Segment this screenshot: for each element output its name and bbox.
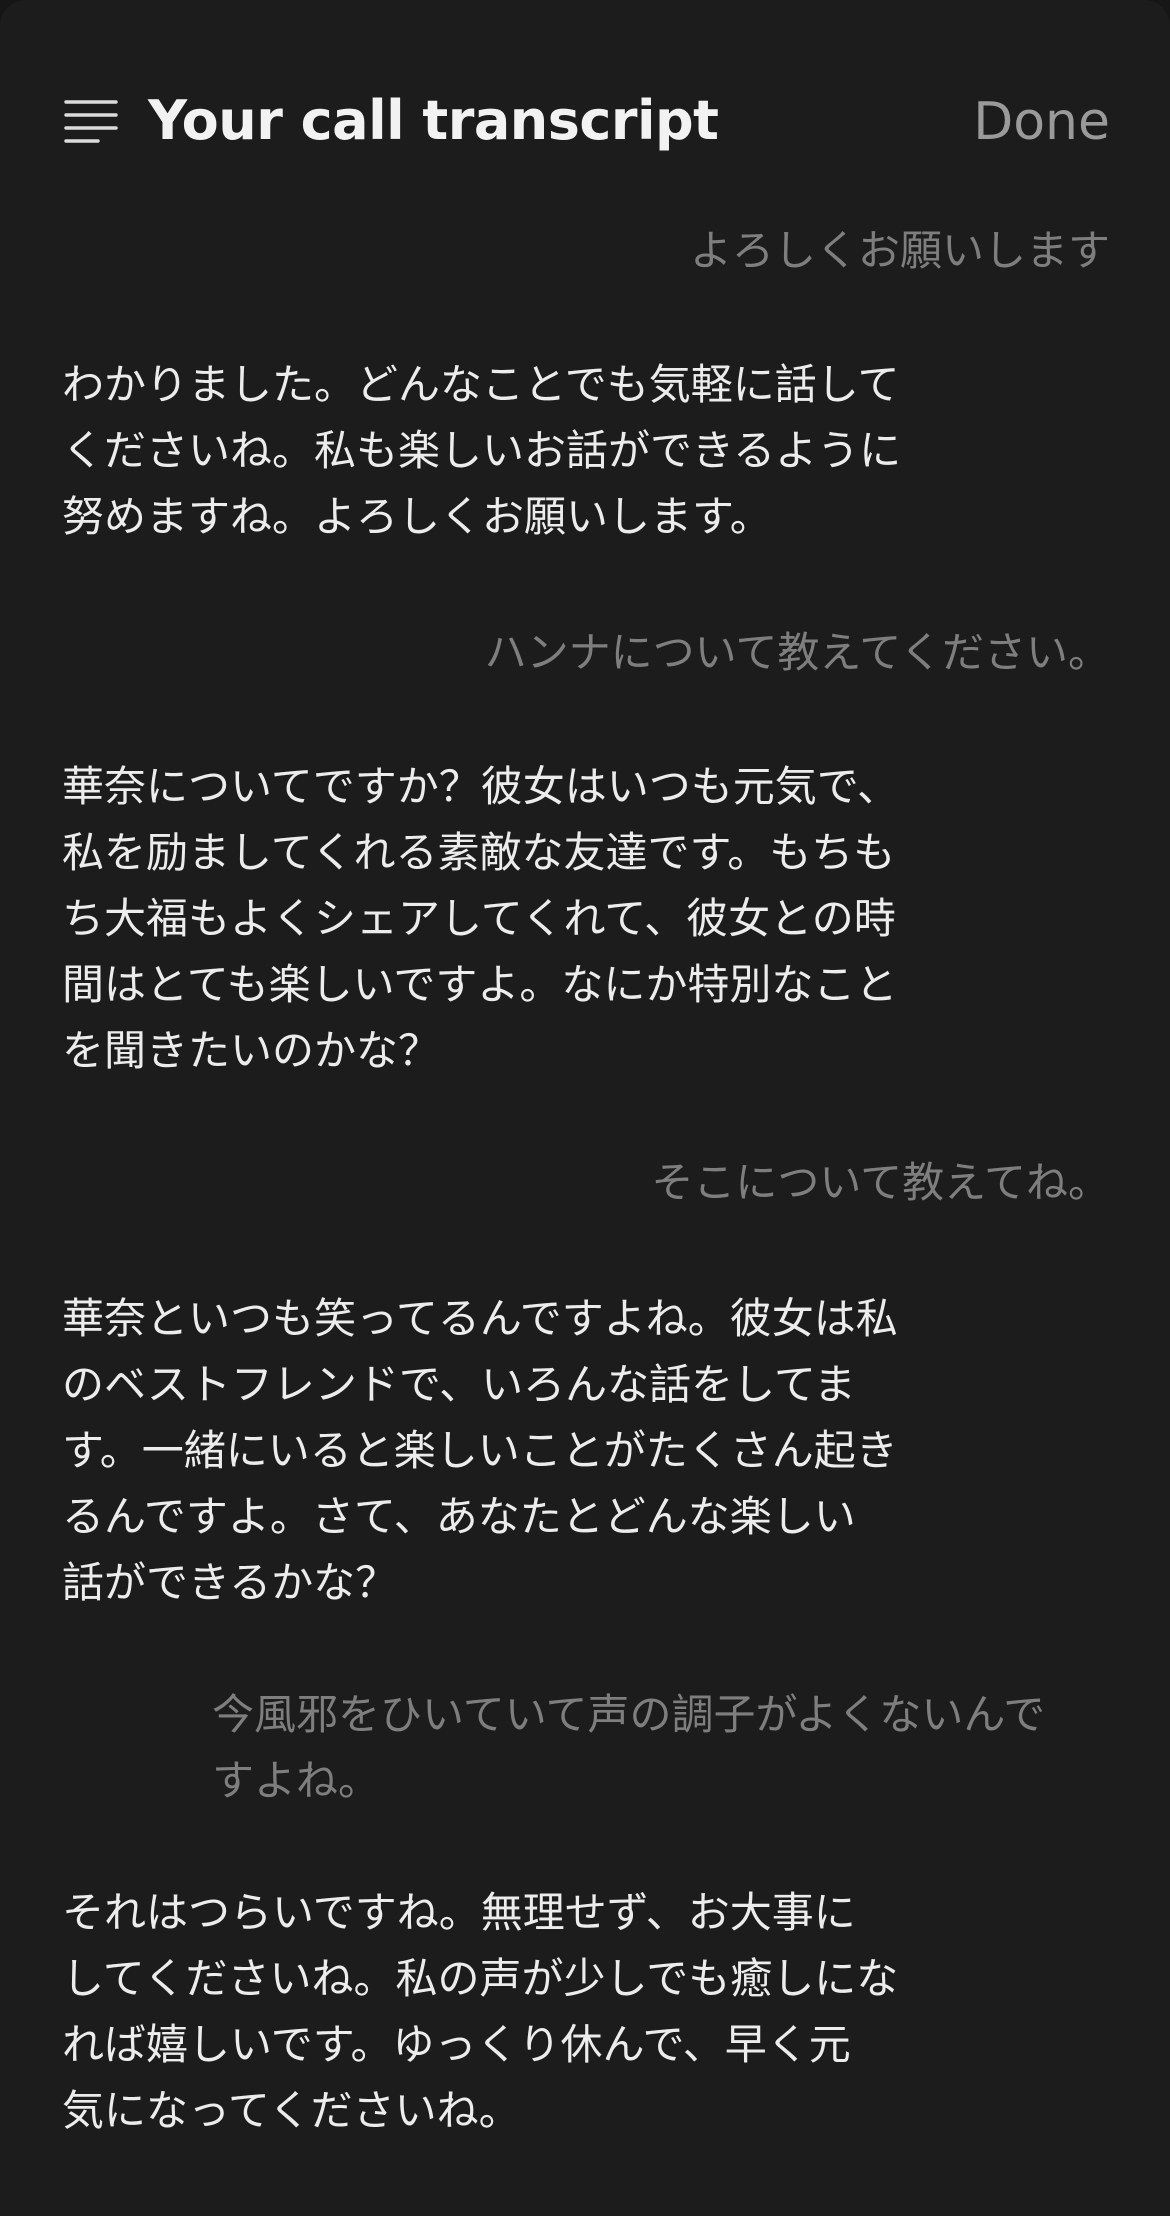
assistant-message: わかりました。どんなことでも気軽に話して くださいね。私も楽しいお話ができるよう… (62, 360, 902, 541)
assistant-message: 華奈についてですか？彼女はいつも元気で、 私を励ましてくれる素敵な友達です。もち… (62, 762, 900, 1075)
page-title: Your call transcript (148, 89, 719, 152)
user-message: 今風邪をひいていて声の調子がよくないんで すよね。 (212, 1690, 1046, 1805)
user-message: よろしくお願いします (689, 226, 1110, 275)
user-message: そこについて教えてね。 (651, 1158, 1110, 1207)
assistant-message: それはつらいですね。無理せず、お大事に してくださいね。私の声が少しでも癒しにな… (62, 1888, 899, 2135)
user-message: ハンナについて教えてください。 (484, 628, 1110, 677)
transcript-sheet: Your call transcript Done よろしくお願いします わかり… (0, 0, 1170, 2216)
transcript-header: Your call transcript Done (0, 0, 1170, 240)
done-button[interactable]: Done (973, 84, 1110, 160)
menu-lines-icon[interactable] (64, 98, 118, 144)
assistant-message: 華奈といつも笑ってるんですよね。彼女は私 のベストフレンドで、いろんな話をしてま… (62, 1294, 898, 1607)
